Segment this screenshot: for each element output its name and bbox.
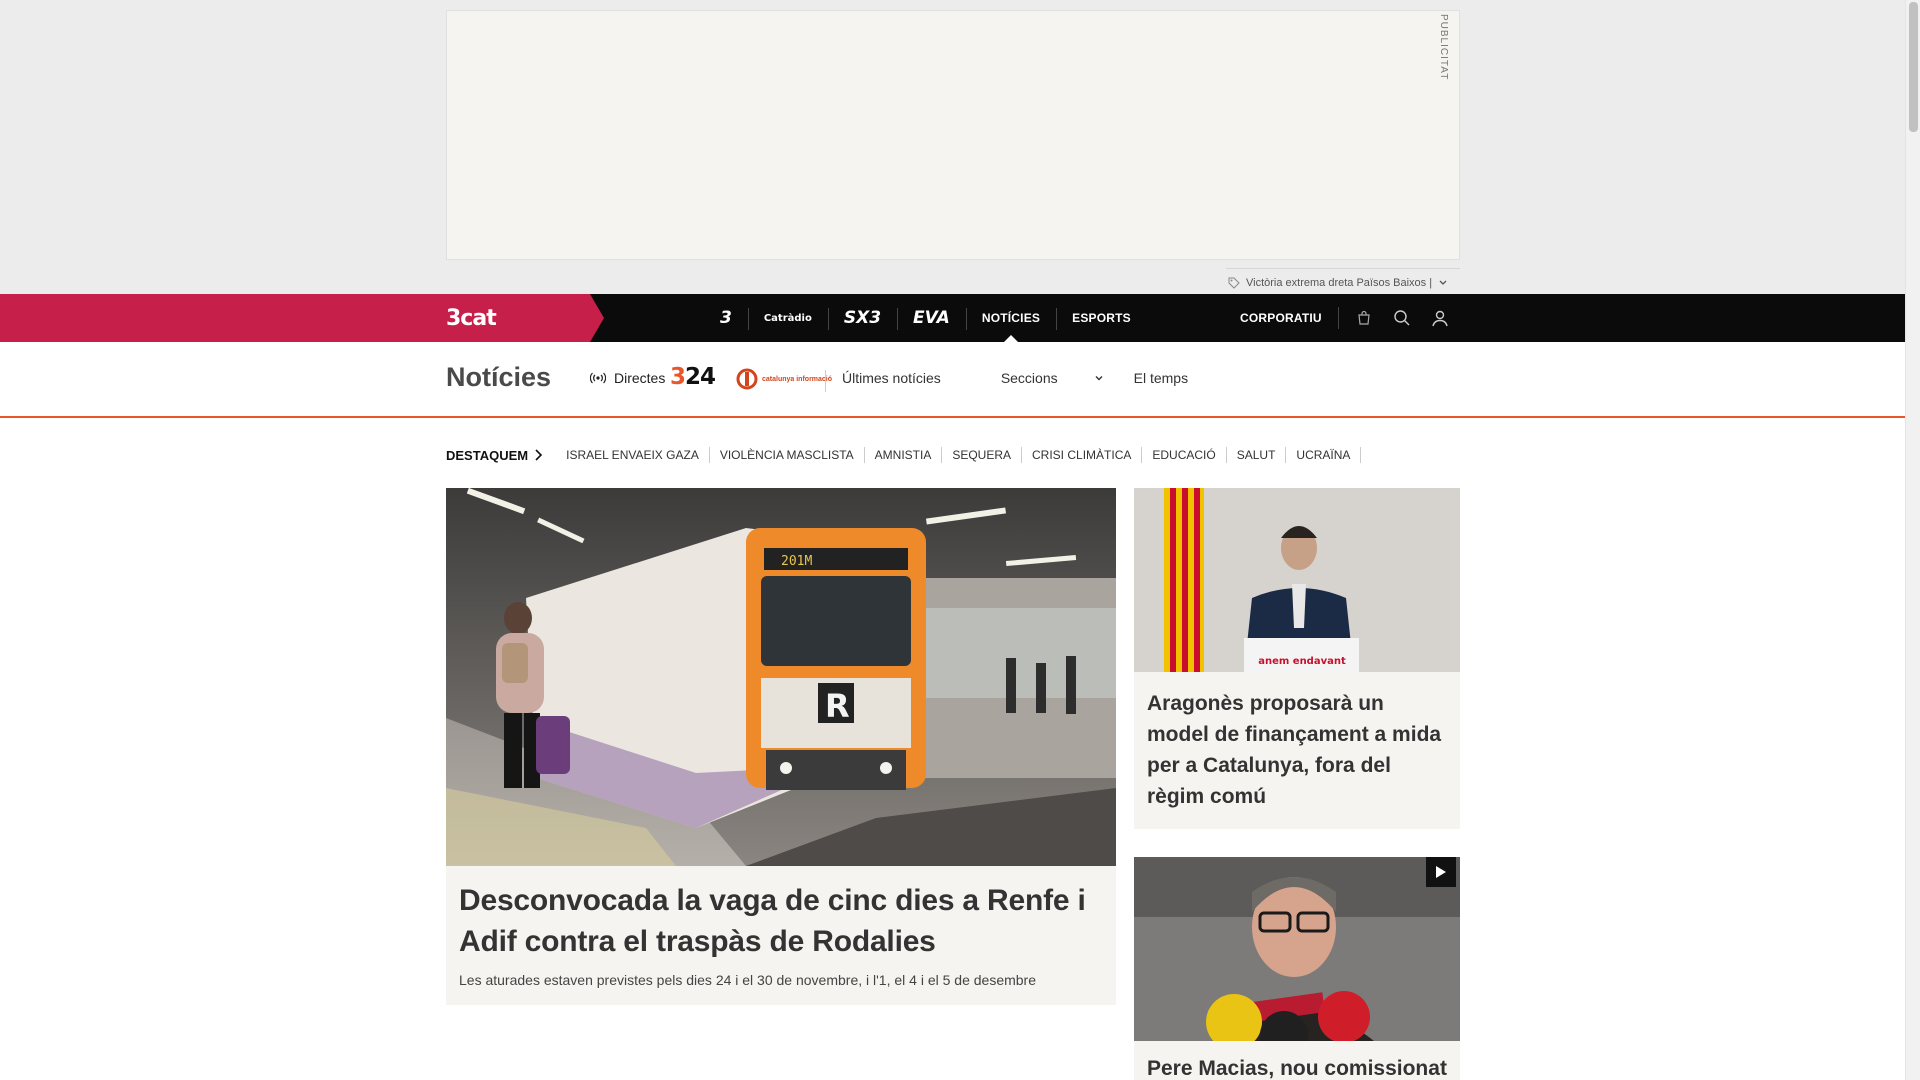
ci-emblem-icon <box>736 368 758 390</box>
ad-ticker[interactable]: Victòria extrema dreta Països Baixos | <box>1226 268 1460 296</box>
tv3-label: 3 <box>720 308 732 328</box>
shop-icon[interactable] <box>1345 294 1383 342</box>
nav-esports[interactable]: ESPORTS <box>1056 294 1147 342</box>
side-story-title[interactable]: Aragonès proposarà un model de finançame… <box>1147 688 1447 812</box>
latest-news-label: Últimes notícies <box>842 370 941 386</box>
topic-link[interactable]: AMNISTIA <box>865 447 943 463</box>
catalunya-informacio-logo[interactable]: catalunya informació <box>736 368 832 390</box>
user-icon[interactable] <box>1421 294 1459 342</box>
topic-link[interactable]: UCRAÏNA <box>1286 447 1362 463</box>
topic-link[interactable]: CRISI CLIMÀTICA <box>1022 447 1143 463</box>
ad-band: PUBLICITAT Victòria extrema dreta Països… <box>0 0 1905 294</box>
side-story-card[interactable]: Pere Macias, nou comissionat <box>1134 857 1460 1080</box>
topic-link[interactable]: ISRAEL ENVAEIX GAZA <box>556 447 710 463</box>
chevron-down-icon[interactable] <box>1438 278 1448 288</box>
side-story-image[interactable]: anem endavant <box>1134 488 1460 672</box>
catradio-label: Catràdio <box>763 312 812 324</box>
ad-label: PUBLICITAT <box>1438 14 1449 81</box>
corporate-link[interactable]: CORPORATIU <box>1240 307 1339 329</box>
eva-label: EVA <box>913 308 950 328</box>
chevron-right-icon <box>535 449 543 461</box>
sx3-label: SX3 <box>843 308 882 328</box>
highlight-label: DESTAQUEM <box>446 447 529 463</box>
tv3-logo[interactable]: 3 <box>704 294 748 342</box>
header-divider <box>825 370 826 392</box>
weather-label: El temps <box>1133 370 1189 386</box>
live-link[interactable]: Directes <box>590 370 665 386</box>
nav-noticies[interactable]: NOTÍCIES <box>965 294 1056 342</box>
324-logo[interactable]: 324 <box>670 364 716 390</box>
nav-latest-news[interactable]: Últimes notícies <box>842 370 971 386</box>
main-story-card[interactable]: 201M R Desconvocada la vaga de cinc dies… <box>446 488 1116 1005</box>
live-broadcast-icon <box>590 372 606 384</box>
scrollbar-thumb[interactable] <box>1909 2 1918 132</box>
sx3-logo[interactable]: SX3 <box>827 294 897 342</box>
3cat-logo[interactable]: 3cat <box>446 306 497 331</box>
topic-link[interactable]: EDUCACIÓ <box>1142 447 1227 463</box>
section-header: Notícies Directes 324 catalunya informac… <box>0 342 1905 418</box>
search-icon[interactable] <box>1383 294 1421 342</box>
nav-weather[interactable]: El temps <box>1134 370 1218 386</box>
tag-icon <box>1228 277 1240 289</box>
page-scrollbar[interactable] <box>1905 0 1920 1080</box>
side-story-card[interactable]: anem endavant Aragonès proposarà un mode… <box>1134 488 1460 829</box>
featured-topics: DESTAQUEM ISRAEL ENVAEIX GAZA VIOLÈNCIA … <box>446 446 1362 464</box>
utility-tools: CORPORATIU <box>1240 294 1459 342</box>
eva-logo[interactable]: EVA <box>897 294 966 342</box>
nav-sections-dropdown[interactable]: Seccions <box>1001 370 1104 386</box>
live-label: Directes <box>614 370 666 386</box>
section-nav: Últimes notícies Seccions El temps <box>842 370 1248 386</box>
chevron-down-icon <box>1095 376 1103 381</box>
topic-link[interactable]: VIOLÈNCIA MASCLISTA <box>710 447 865 463</box>
brand-area <box>0 294 604 342</box>
ci-label: catalunya informació <box>762 375 833 383</box>
podium-text: anem endavant <box>1258 656 1346 667</box>
section-title[interactable]: Notícies <box>446 362 551 393</box>
top-navigation: 3cat 3 Catràdio SX3 EVA NOTÍCIES ESPORTS… <box>0 294 1905 342</box>
side-story-title[interactable]: Pere Macias, nou comissionat <box>1147 1053 1447 1080</box>
side-story-image[interactable] <box>1134 857 1460 1041</box>
main-story-title[interactable]: Desconvocada la vaga de cinc dies a Renf… <box>459 880 1099 962</box>
sections-label: Seccions <box>1000 370 1058 386</box>
channel-list: 3 Catràdio SX3 EVA NOTÍCIES ESPORTS <box>704 294 1147 342</box>
topic-link[interactable]: SALUT <box>1227 447 1287 463</box>
noticies-label: NOTÍCIES <box>981 311 1041 325</box>
esports-label: ESPORTS <box>1072 311 1131 325</box>
catradio-logo[interactable]: Catràdio <box>747 294 828 342</box>
topics-highlight[interactable]: DESTAQUEM <box>446 447 543 463</box>
main-story-image[interactable]: 201M R <box>446 488 1116 866</box>
main-story-subtitle: Les aturades estaven previstes pels dies… <box>459 972 1037 988</box>
topic-link[interactable]: SEQUERA <box>942 447 1023 463</box>
ticker-text: Victòria extrema dreta Països Baixos | <box>1246 276 1433 289</box>
rodalies-badge: R <box>825 687 850 725</box>
video-play-icon[interactable] <box>1426 857 1456 887</box>
ad-slot[interactable] <box>446 10 1460 260</box>
train-display: 201M <box>781 554 812 569</box>
